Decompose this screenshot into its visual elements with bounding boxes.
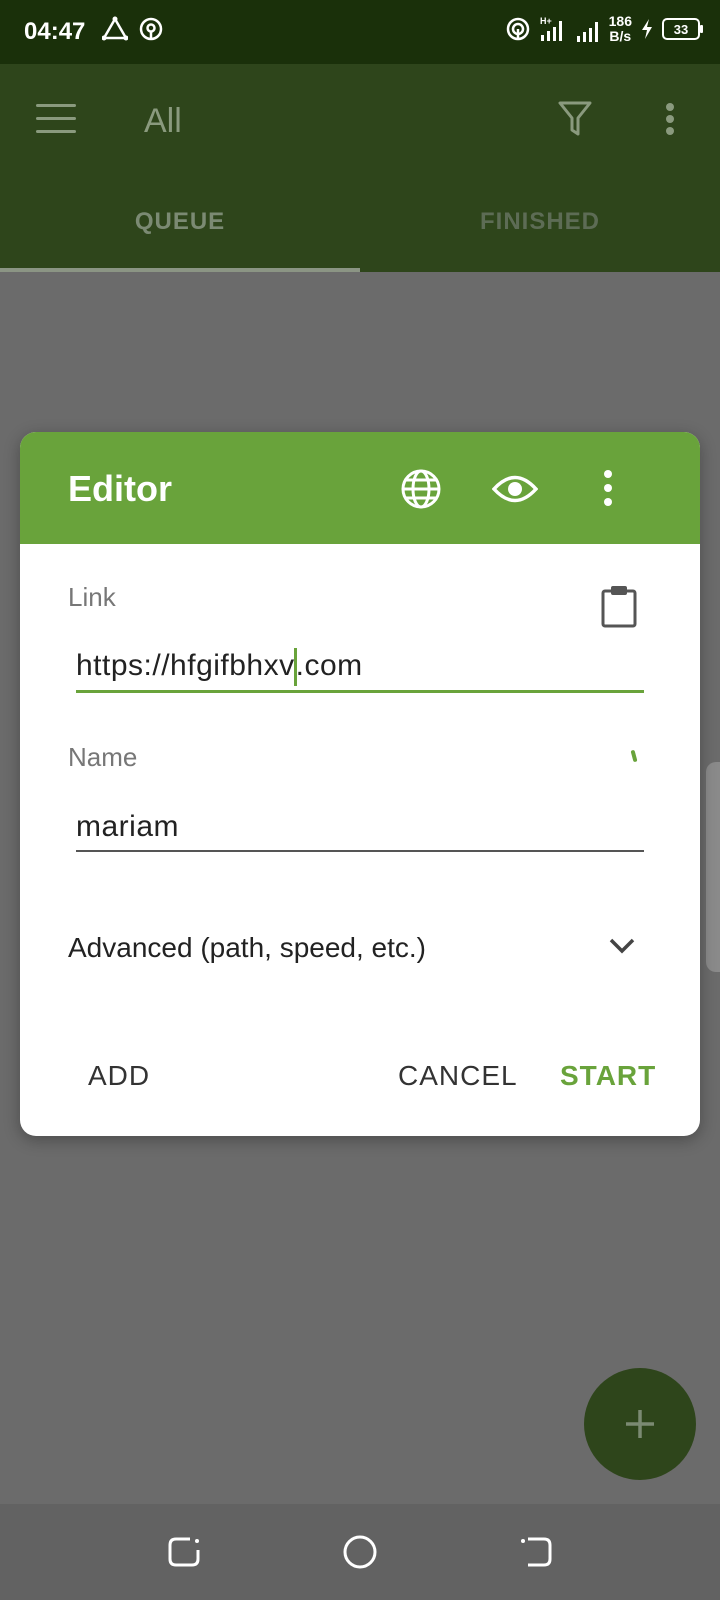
recents-icon[interactable] [166, 1534, 202, 1570]
signal-h-plus-icon: H+ [540, 16, 562, 41]
app-title: All [144, 102, 182, 140]
vpn-triangle-icon [102, 16, 128, 41]
name-input[interactable]: mariam [76, 810, 179, 844]
tab-finished[interactable]: FINISHED [360, 208, 720, 236]
signal-icon [576, 22, 598, 42]
app-bar: All QUEUE FINISHED [0, 64, 720, 272]
dialog-more-vert-icon[interactable] [602, 468, 614, 508]
start-button[interactable]: START [560, 1060, 656, 1092]
editor-dialog: Editor Link https://hfgifbhxv.com Name m… [20, 432, 700, 1136]
charging-icon [642, 19, 652, 39]
name-input-underline [76, 850, 644, 852]
advanced-toggle[interactable]: Advanced (path, speed, etc.) [68, 932, 426, 964]
link-input[interactable]: https://hfgifbhxv.com [76, 648, 363, 686]
status-bar: 04:47 H+ 186 B/s 33 [0, 0, 720, 64]
link-input-underline [76, 690, 644, 693]
home-icon[interactable] [342, 1534, 378, 1570]
link-label: Link [68, 582, 116, 612]
back-icon[interactable] [518, 1534, 554, 1570]
clipboard-icon[interactable] [600, 584, 638, 628]
dialog-header: Editor [20, 432, 700, 544]
filter-icon[interactable] [558, 100, 592, 138]
more-vert-icon[interactable] [664, 102, 676, 136]
menu-icon[interactable] [36, 104, 76, 134]
svg-text:H+: H+ [540, 16, 552, 26]
link-input-text-before: https://hfgifbhxv [76, 648, 295, 682]
wifi-calling-icon [506, 17, 529, 41]
edge-panel-handle[interactable] [706, 762, 720, 972]
globe-icon[interactable] [400, 468, 442, 510]
add-icon [626, 1410, 654, 1438]
hotspot-icon [139, 17, 163, 41]
net-speed: 186 B/s [609, 14, 632, 44]
status-time: 04:47 [24, 18, 86, 45]
add-button[interactable]: ADD [88, 1060, 150, 1092]
system-nav-bar [0, 1504, 720, 1600]
tab-queue[interactable]: QUEUE [0, 208, 360, 236]
loading-spinner [630, 749, 638, 763]
status-right: H+ 186 B/s 33 [505, 14, 703, 44]
status-left-icons [102, 16, 164, 42]
eye-icon[interactable] [492, 468, 538, 510]
link-input-text-after: .com [295, 648, 363, 682]
add-download-button[interactable] [584, 1368, 696, 1480]
net-speed-value: 186 [608, 13, 632, 29]
net-speed-unit: B/s [609, 28, 632, 44]
battery-indicator: 33 [662, 18, 703, 40]
name-label: Name [68, 742, 138, 772]
cancel-button[interactable]: CANCEL [398, 1060, 518, 1092]
dialog-title: Editor [68, 468, 172, 509]
chevron-down-icon[interactable] [608, 936, 636, 956]
